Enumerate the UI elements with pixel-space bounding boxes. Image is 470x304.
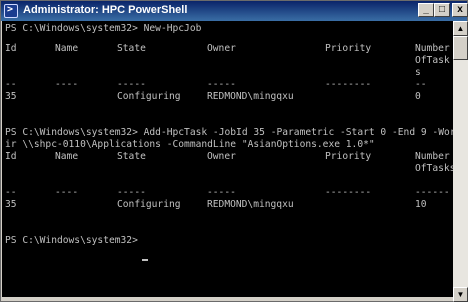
rule-state: -----	[117, 187, 146, 198]
header-priority: Priority	[325, 43, 372, 54]
header-number: Number	[415, 43, 450, 54]
powershell-icon[interactable]: >	[4, 4, 18, 18]
console-area[interactable]: PS C:\Windows\system32> New-HpcJob Id Na…	[2, 21, 453, 297]
cell-id: 35	[5, 199, 17, 210]
rule-priority: --------	[325, 79, 372, 90]
rule-number: ------	[415, 187, 450, 198]
cell-state: Configuring	[117, 91, 181, 102]
header-oftasks-wrap: s	[415, 67, 421, 78]
command-line-1: PS C:\Windows\system32> New-HpcJob	[5, 23, 202, 34]
cell-owner: REDMOND\mingqxu	[207, 91, 294, 102]
rule-id: --	[5, 79, 17, 90]
header-name: Name	[55, 151, 79, 162]
maximize-button[interactable]: □	[434, 3, 450, 17]
rule-name: ----	[55, 79, 79, 90]
cell-owner: REDMOND\mingqxu	[207, 199, 294, 210]
minimize-button[interactable]: _	[418, 3, 434, 17]
cell-number: 10	[415, 199, 427, 210]
scroll-up-button[interactable]: ▲	[453, 21, 468, 36]
window-title: Administrator: HPC PowerShell	[23, 4, 188, 16]
rule-priority: --------	[325, 187, 372, 198]
header-state: State	[117, 151, 146, 162]
scroll-thumb[interactable]	[453, 36, 468, 60]
powershell-window: > Administrator: HPC PowerShell _ □ x PS…	[0, 0, 468, 302]
header-state: State	[117, 43, 146, 54]
header-priority: Priority	[325, 151, 372, 162]
header-number: Number	[415, 151, 450, 162]
rule-name: ----	[55, 187, 79, 198]
vertical-scrollbar[interactable]: ▲ ▼	[453, 21, 468, 302]
cell-state: Configuring	[117, 199, 181, 210]
rule-state: -----	[117, 79, 146, 90]
close-button[interactable]: x	[452, 3, 468, 17]
rule-id: --	[5, 187, 17, 198]
cell-id: 35	[5, 91, 17, 102]
title-bar[interactable]: > Administrator: HPC PowerShell _ □ x	[1, 1, 468, 21]
header-oftasks: OfTasks	[415, 163, 453, 174]
text-cursor	[142, 259, 148, 261]
command-line-2a: PS C:\Windows\system32> Add-HpcTask -Job…	[5, 127, 453, 138]
prompt-line[interactable]: PS C:\Windows\system32>	[5, 235, 144, 247]
rule-owner: -----	[207, 79, 236, 90]
command-line-2b: ir \\shpc-0110\Applications -CommandLine…	[5, 139, 375, 150]
header-oftasks: OfTask	[415, 55, 450, 66]
header-id: Id	[5, 151, 17, 162]
header-owner: Owner	[207, 43, 236, 54]
header-id: Id	[5, 43, 17, 54]
scroll-down-button[interactable]: ▼	[453, 287, 468, 302]
header-owner: Owner	[207, 151, 236, 162]
header-name: Name	[55, 43, 79, 54]
cell-number: 0	[415, 91, 421, 102]
rule-owner: -----	[207, 187, 236, 198]
rule-number: --	[415, 79, 427, 90]
